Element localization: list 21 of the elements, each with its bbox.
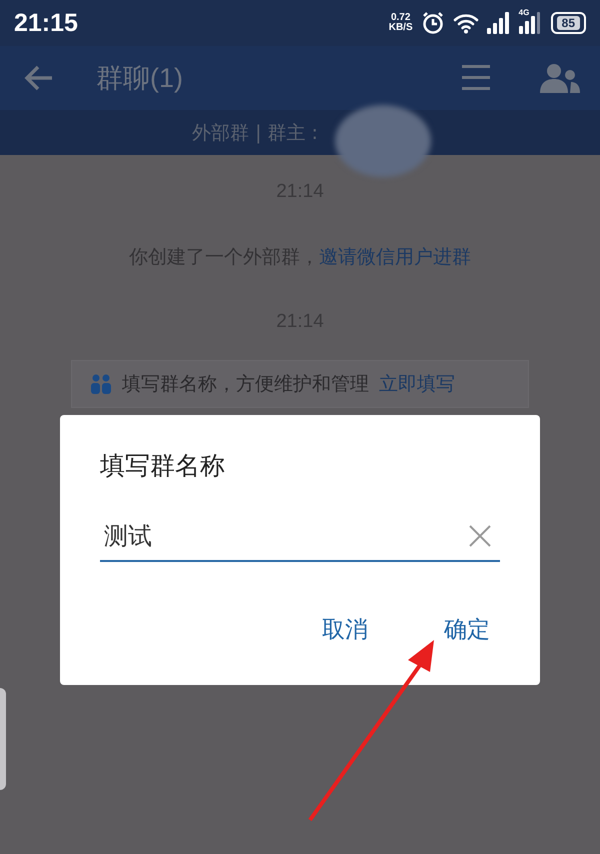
people-icon	[90, 374, 112, 394]
cancel-button[interactable]: 取消	[320, 610, 370, 649]
clear-icon[interactable]	[468, 524, 492, 548]
back-icon[interactable]	[24, 65, 54, 91]
group-info: 外部群 | 群主 :	[192, 120, 318, 146]
battery-icon: 85	[550, 12, 586, 34]
wifi-icon	[452, 12, 479, 34]
members-icon[interactable]	[540, 63, 580, 93]
network-speed: KB/S	[388, 23, 413, 33]
dialog-title: 填写群名称	[100, 450, 226, 482]
network-type: 4G	[518, 8, 530, 17]
edge-handle[interactable]	[0, 688, 6, 790]
chat-title: 群聊(1)	[96, 62, 184, 95]
clock: 21:15	[14, 8, 78, 38]
signal-icon	[486, 12, 511, 34]
group-name-field[interactable]: 测试	[104, 522, 468, 550]
confirm-button[interactable]: 确定	[442, 610, 492, 649]
menu-icon[interactable]	[462, 65, 490, 91]
notice-text: 填写群名称，方便维护和管理	[122, 372, 369, 397]
network-speed: 0.72	[390, 13, 410, 23]
alarm-icon	[420, 11, 445, 35]
